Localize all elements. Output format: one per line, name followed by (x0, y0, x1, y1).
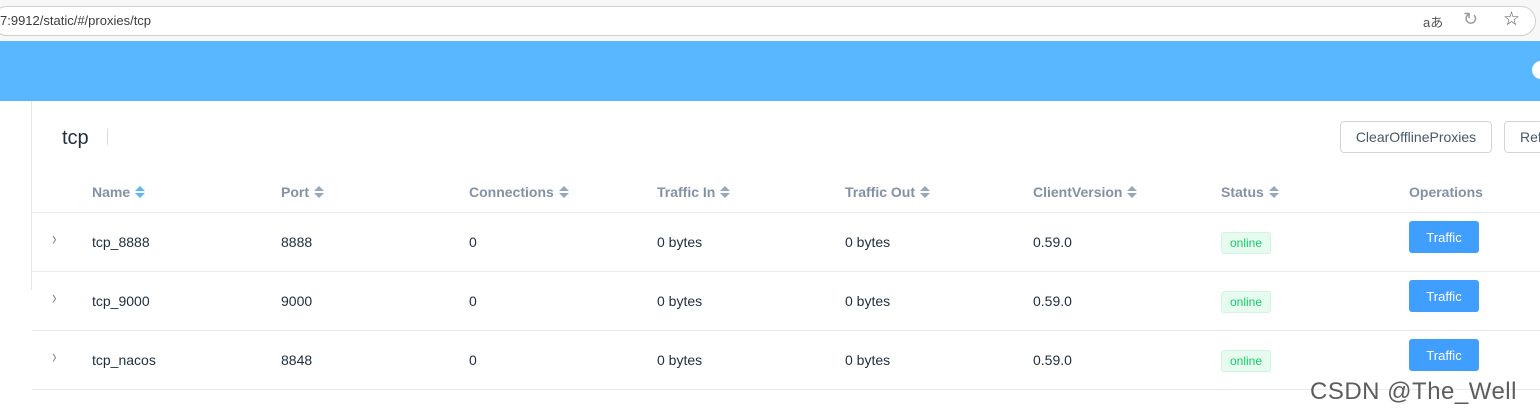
sort-icon[interactable] (1268, 186, 1279, 199)
cell-connections: 0 (469, 234, 477, 250)
column-header-name[interactable]: Name (92, 184, 146, 200)
cell-traffic-in: 0 bytes (657, 352, 703, 368)
column-header-port[interactable]: Port (281, 184, 324, 200)
table-header: Name Port Connections Traffic In Traffic… (32, 172, 1540, 213)
clear-offline-proxies-button[interactable]: ClearOfflineProxies (1340, 121, 1492, 153)
cell-traffic-out: 0 bytes (845, 293, 891, 309)
traffic-button[interactable]: Traffic (1409, 339, 1479, 371)
expand-row-icon[interactable]: › (52, 227, 57, 249)
read-aloud-icon[interactable]: aあ (1423, 12, 1443, 31)
cell-name: tcp_8888 (92, 234, 150, 250)
cell-client-version: 0.59.0 (1033, 293, 1072, 309)
refresh-icon[interactable]: ↻ (1463, 9, 1478, 30)
traffic-button[interactable]: Traffic (1409, 221, 1479, 253)
column-header-status[interactable]: Status (1221, 184, 1279, 200)
refresh-button[interactable]: Refresh (1504, 121, 1540, 153)
table-row: › tcp_8888 8888 0 0 bytes 0 bytes 0.59.0… (32, 213, 1540, 272)
cell-name: tcp_nacos (92, 352, 156, 368)
address-bar[interactable] (0, 6, 1536, 36)
expand-row-icon[interactable]: › (52, 345, 57, 367)
column-header-traffic-in[interactable]: Traffic In (657, 184, 731, 200)
browser-toolbar: 7:9912/static/#/proxies/tcp aあ ↻ ☆ (0, 0, 1540, 41)
cell-traffic-out: 0 bytes (845, 234, 891, 250)
sort-icon[interactable] (314, 186, 324, 199)
cell-name: tcp_9000 (92, 293, 150, 309)
cell-port: 8848 (281, 352, 313, 368)
status-badge: online (1221, 232, 1272, 254)
cell-client-version: 0.59.0 (1033, 234, 1072, 250)
header-toggle-icon[interactable] (1532, 61, 1540, 79)
sort-icon[interactable] (1127, 186, 1138, 199)
sort-icon[interactable] (135, 186, 146, 199)
app-header (0, 41, 1540, 101)
cell-connections: 0 (469, 293, 477, 309)
title-divider (107, 129, 108, 145)
cell-port: 9000 (281, 293, 313, 309)
cell-traffic-in: 0 bytes (657, 293, 703, 309)
expand-row-icon[interactable]: › (52, 286, 57, 308)
proxies-table: Name Port Connections Traffic In Traffic… (32, 172, 1540, 390)
cell-connections: 0 (469, 352, 477, 368)
cell-traffic-in: 0 bytes (657, 234, 703, 250)
sort-icon[interactable] (720, 186, 731, 199)
cell-client-version: 0.59.0 (1033, 352, 1072, 368)
column-header-connections[interactable]: Connections (469, 184, 569, 200)
status-badge: online (1221, 291, 1272, 313)
table-row: › tcp_9000 9000 0 0 bytes 0 bytes 0.59.0… (32, 272, 1540, 331)
page-title: tcp (62, 127, 89, 149)
status-badge: online (1221, 350, 1272, 372)
cell-traffic-out: 0 bytes (845, 352, 891, 368)
url-text[interactable]: 7:9912/static/#/proxies/tcp (0, 13, 151, 28)
sort-icon[interactable] (920, 186, 931, 199)
traffic-button[interactable]: Traffic (1409, 280, 1479, 312)
favorite-star-icon[interactable]: ☆ (1503, 8, 1520, 31)
sort-icon[interactable] (558, 186, 569, 199)
csdn-watermark: CSDN @The_Well (1310, 378, 1517, 405)
column-header-operations: Operations (1409, 184, 1483, 200)
column-header-client-version[interactable]: ClientVersion (1033, 184, 1138, 200)
column-header-traffic-out[interactable]: Traffic Out (845, 184, 931, 200)
cell-port: 8888 (281, 234, 313, 250)
